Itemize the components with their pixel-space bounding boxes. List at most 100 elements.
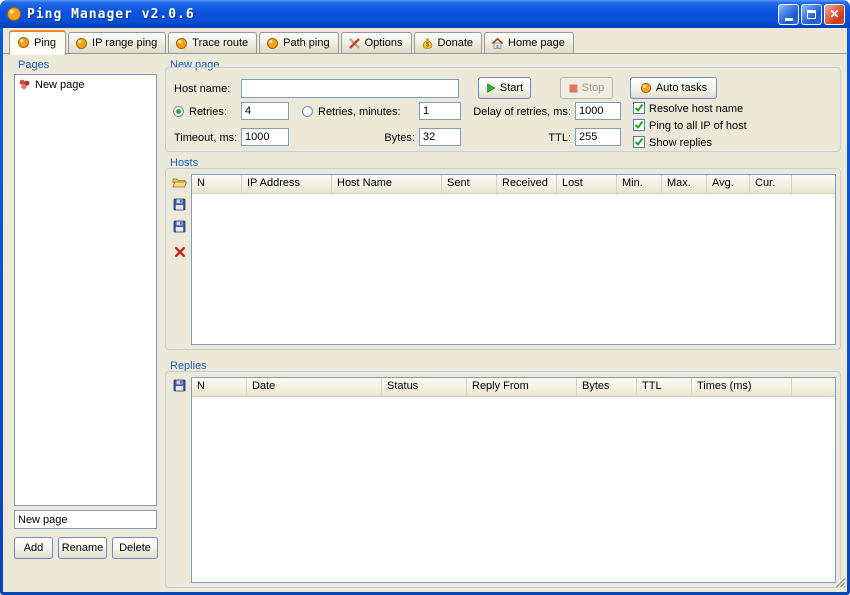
tab-label: Donate: [438, 37, 473, 49]
column-header[interactable]: Date: [247, 378, 382, 396]
ping-all-ip-label: Ping to all IP of host: [649, 120, 747, 132]
save-icon: [173, 220, 186, 233]
tools-icon: [348, 37, 361, 50]
tab-trace-route[interactable]: Trace route: [168, 32, 257, 53]
tab-ping[interactable]: Ping: [9, 30, 66, 55]
column-header[interactable]: TTL: [637, 378, 692, 396]
tab-path-ping[interactable]: Path ping: [259, 32, 338, 53]
page-item-label: New page: [35, 79, 85, 91]
column-header[interactable]: Min.: [617, 175, 662, 193]
host-name-label: Host name:: [174, 83, 230, 95]
save-icon: [173, 379, 186, 392]
hosts-table-header: N IP Address Host Name Sent Received Los…: [192, 175, 835, 194]
window: Ping Manager v2.0.6 ✕ Ping IP range ping…: [0, 0, 850, 595]
column-header[interactable]: Received: [497, 175, 557, 193]
show-replies-checkbox[interactable]: [633, 136, 645, 148]
window-body: Ping IP range ping Trace route Path ping…: [3, 28, 847, 592]
save-hosts-button[interactable]: [171, 196, 188, 213]
column-header[interactable]: Bytes: [577, 378, 637, 396]
stop-button[interactable]: Stop: [560, 77, 613, 99]
delay-of-retries-input[interactable]: [575, 102, 621, 120]
column-header-filler: [792, 175, 835, 193]
resolve-host-name-label: Resolve host name: [649, 103, 743, 115]
check-icon: [634, 137, 644, 147]
resolve-host-name-checkbox[interactable]: [633, 102, 645, 114]
page-list-item[interactable]: New page: [15, 75, 156, 91]
pages-label: Pages: [18, 59, 49, 71]
titlebar: Ping Manager v2.0.6 ✕: [0, 0, 850, 28]
save-replies-button[interactable]: [171, 377, 188, 394]
column-header[interactable]: Lost: [557, 175, 617, 193]
start-icon: [486, 83, 496, 93]
tab-label: IP range ping: [92, 37, 157, 49]
delete-host-button[interactable]: [171, 243, 188, 260]
minimize-icon: [785, 18, 793, 21]
retries-minutes-input[interactable]: [419, 102, 461, 120]
column-header[interactable]: Sent: [442, 175, 497, 193]
rename-button[interactable]: Rename: [58, 537, 107, 559]
replies-group: N Date Status Reply From Bytes TTL Times…: [165, 371, 841, 588]
column-header[interactable]: N: [192, 378, 247, 396]
show-replies-label: Show replies: [649, 137, 712, 149]
maximize-button[interactable]: [801, 4, 822, 25]
donate-icon: $: [421, 37, 434, 50]
retries-radio[interactable]: [173, 106, 184, 117]
tab-label: Options: [365, 37, 403, 49]
ping-icon: [17, 36, 30, 49]
check-icon: [634, 103, 644, 113]
tab-ip-range-ping[interactable]: IP range ping: [68, 32, 166, 53]
folder-open-icon: [172, 176, 187, 189]
delay-of-retries-label: Delay of retries, ms:: [463, 106, 571, 118]
tab-donate[interactable]: $ Donate: [414, 32, 482, 53]
column-header[interactable]: Max.: [662, 175, 707, 193]
column-header[interactable]: Host Name: [332, 175, 442, 193]
replies-table-header: N Date Status Reply From Bytes TTL Times…: [192, 378, 835, 397]
column-header[interactable]: N: [192, 175, 242, 193]
ttl-input[interactable]: [575, 128, 621, 146]
pages-list[interactable]: New page: [14, 74, 157, 506]
ping-icon: [266, 37, 279, 50]
open-hosts-button[interactable]: [171, 174, 188, 191]
column-header[interactable]: Cur.: [750, 175, 792, 193]
delete-button[interactable]: Delete: [112, 537, 158, 559]
retries-input[interactable]: [241, 102, 289, 120]
column-header[interactable]: IP Address: [242, 175, 332, 193]
column-header[interactable]: Avg.: [707, 175, 750, 193]
window-controls: ✕: [778, 4, 845, 25]
bytes-input[interactable]: [419, 128, 461, 146]
close-icon: ✕: [829, 8, 839, 20]
ping-all-ip-checkbox[interactable]: [633, 119, 645, 131]
replies-table-body[interactable]: [192, 397, 835, 583]
stop-icon: [569, 84, 578, 93]
tab-label: Ping: [34, 37, 56, 49]
tab-home-page[interactable]: Home page: [484, 32, 574, 53]
replies-table: N Date Status Reply From Bytes TTL Times…: [191, 377, 836, 583]
auto-tasks-icon: [640, 82, 652, 94]
save-as-hosts-button[interactable]: [171, 218, 188, 235]
hosts-group: N IP Address Host Name Sent Received Los…: [165, 168, 841, 350]
new-page-group: Host name: Start Stop Auto tasks Retries…: [165, 67, 841, 152]
tab-label: Path ping: [283, 37, 329, 49]
save-icon: [173, 198, 186, 211]
column-header[interactable]: Reply From: [467, 378, 577, 396]
auto-tasks-button[interactable]: Auto tasks: [630, 77, 717, 99]
hosts-table-body[interactable]: [192, 194, 835, 345]
tab-options[interactable]: Options: [341, 32, 412, 53]
delete-icon: [174, 246, 186, 258]
timeout-input[interactable]: [241, 128, 289, 146]
maximize-icon: [807, 10, 816, 19]
add-button[interactable]: Add: [14, 537, 53, 559]
minimize-button[interactable]: [778, 4, 799, 25]
home-icon: [491, 37, 504, 50]
tab-label: Home page: [508, 37, 565, 49]
page-name-input[interactable]: [14, 510, 157, 529]
column-header[interactable]: Times (ms): [692, 378, 792, 396]
retries-label: Retries:: [189, 106, 227, 118]
resize-grip[interactable]: [833, 575, 846, 591]
check-icon: [634, 120, 644, 130]
close-button[interactable]: ✕: [824, 4, 845, 25]
retries-minutes-radio[interactable]: [302, 106, 313, 117]
start-button[interactable]: Start: [478, 77, 531, 99]
column-header[interactable]: Status: [382, 378, 467, 396]
host-name-input[interactable]: [241, 79, 459, 98]
